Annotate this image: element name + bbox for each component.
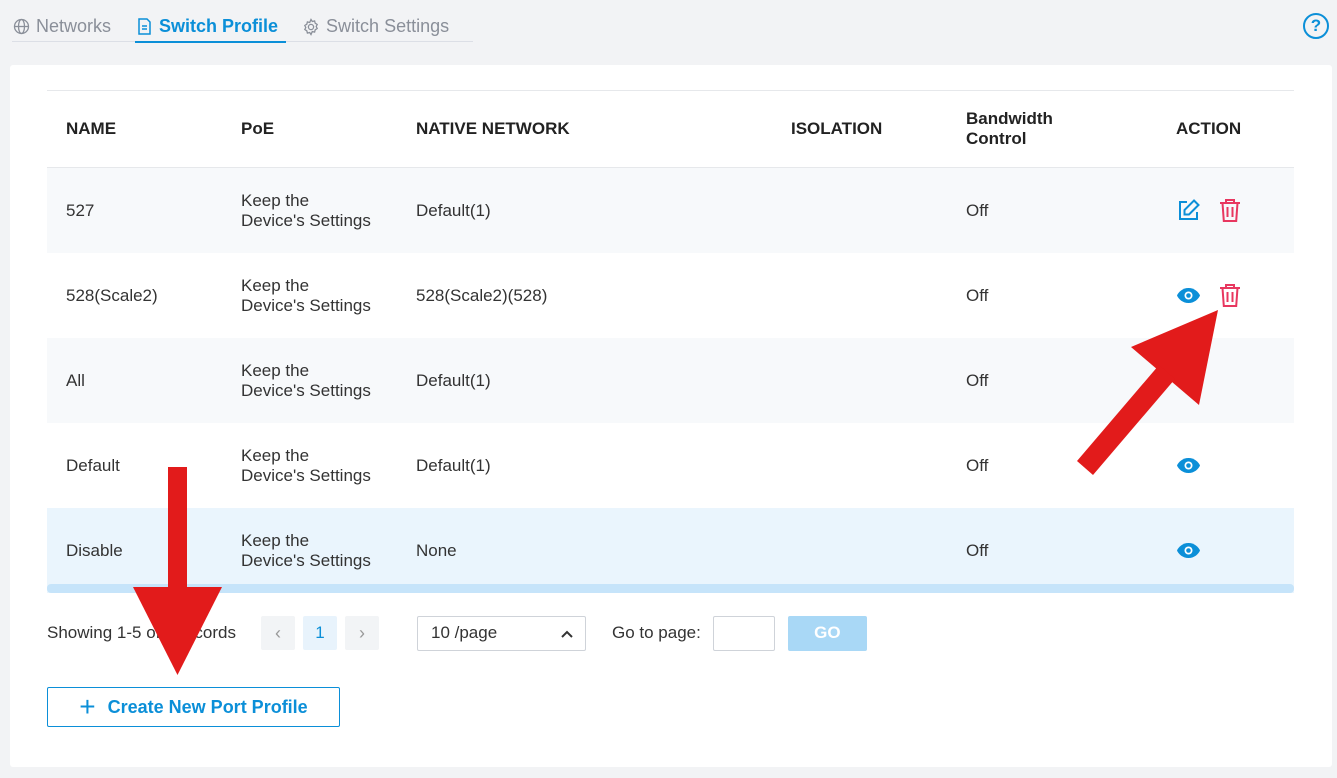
table-header: NAME PoE NATIVE NETWORK ISOLATION Bandwi… — [47, 90, 1294, 168]
tab-bar: Networks Switch Profile Switch Settings — [12, 12, 474, 43]
poe-line: Keep the — [241, 275, 310, 295]
page-size-value: 10 /page — [431, 623, 498, 642]
document-icon — [135, 18, 153, 36]
plus-icon: + — [79, 691, 96, 722]
poe-line: Device's Settings — [241, 465, 371, 485]
delete-icon[interactable] — [1219, 198, 1241, 223]
content-card: NAME PoE NATIVE NETWORK ISOLATION Bandwi… — [10, 65, 1332, 767]
tab-networks-label: Networks — [36, 16, 112, 36]
help-icon[interactable]: ? — [1303, 13, 1329, 39]
column-header-bandwidth-control[interactable]: Bandwidth Control — [947, 109, 1157, 149]
cell-name: Disable — [66, 540, 123, 560]
cell-bandwidth: Off — [966, 540, 989, 560]
cell-native-network: 528(Scale2)(528) — [416, 285, 548, 305]
edit-icon[interactable] — [1176, 198, 1201, 223]
chevron-up-icon — [561, 623, 573, 643]
poe-line: Keep the — [241, 360, 310, 380]
poe-line: Keep the — [241, 445, 310, 465]
cell-bandwidth: Off — [966, 455, 989, 475]
tab-switch-settings[interactable]: Switch Settings — [302, 12, 457, 41]
cell-name: 528(Scale2) — [66, 285, 158, 305]
gear-icon — [302, 17, 320, 36]
create-button-label: Create New Port Profile — [107, 696, 308, 717]
page-size-select[interactable]: 10 /page — [417, 615, 586, 651]
poe-line: Keep the — [241, 530, 310, 550]
go-to-page-label: Go to page: — [612, 623, 701, 642]
cell-poe: Keep the Device's Settings — [222, 531, 397, 571]
column-header-action: ACTION — [1176, 119, 1242, 138]
go-button[interactable]: GO — [787, 615, 867, 651]
column-header-poe[interactable]: PoE — [222, 119, 397, 139]
column-header-native-network[interactable]: NATIVE NETWORK — [397, 119, 772, 139]
tab-networks[interactable]: Networks — [12, 12, 119, 41]
poe-line: Device's Settings — [241, 210, 371, 230]
cell-native-network: None — [416, 540, 457, 560]
table-row[interactable]: 527 Keep the Device's Settings Default(1)… — [47, 168, 1294, 253]
cell-actions — [1157, 283, 1294, 308]
cell-bandwidth: Off — [966, 285, 989, 305]
table-row[interactable]: Disable Keep the Device's Settings None O… — [47, 508, 1294, 593]
cell-native-network: Default(1) — [416, 455, 491, 475]
prev-page-button[interactable]: ‹ — [261, 616, 295, 650]
delete-icon[interactable] — [1219, 283, 1241, 308]
tab-switch-settings-label: Switch Settings — [326, 16, 450, 36]
horizontal-scrollbar[interactable] — [47, 584, 1294, 593]
port-profile-table: NAME PoE NATIVE NETWORK ISOLATION Bandwi… — [47, 90, 1294, 593]
eye-icon[interactable] — [1176, 457, 1201, 474]
go-to-page-input[interactable] — [712, 615, 775, 651]
column-header-isolation[interactable]: ISOLATION — [772, 119, 947, 139]
poe-line: Device's Settings — [241, 550, 371, 570]
cell-poe: Keep the Device's Settings — [222, 276, 397, 316]
cell-native-network: Default(1) — [416, 370, 491, 390]
cell-bandwidth: Off — [966, 200, 989, 220]
cell-bandwidth: Off — [966, 370, 989, 390]
cell-name: All — [66, 370, 85, 390]
table-row[interactable]: All Keep the Device's Settings Default(1)… — [47, 338, 1294, 423]
pagination: Showing 1-5 of 5 records ‹ 1 › 10 /page … — [47, 615, 947, 651]
table-row[interactable]: Default Keep the Device's Settings Defaul… — [47, 423, 1294, 508]
poe-line: Keep the — [241, 190, 310, 210]
globe-icon — [12, 18, 30, 36]
table-row[interactable]: 528(Scale2) Keep the Device's Settings 52… — [47, 253, 1294, 338]
eye-icon[interactable] — [1176, 287, 1201, 304]
poe-line: Device's Settings — [241, 295, 371, 315]
column-header-name[interactable]: NAME — [47, 119, 222, 139]
cell-poe: Keep the Device's Settings — [222, 361, 397, 401]
record-count: Showing 1-5 of 5 records — [47, 623, 236, 642]
cell-poe: Keep the Device's Settings — [222, 191, 397, 231]
cell-name: Default — [66, 455, 120, 475]
cell-name: 527 — [66, 200, 95, 220]
top-navigation: Networks Switch Profile Switch Settings … — [0, 0, 1337, 58]
cell-native-network: Default(1) — [416, 200, 491, 220]
tab-switch-profile[interactable]: Switch Profile — [135, 12, 287, 43]
eye-icon[interactable] — [1176, 542, 1201, 559]
cell-poe: Keep the Device's Settings — [222, 446, 397, 486]
next-page-button[interactable]: › — [345, 616, 379, 650]
bandwidth-header-text: Bandwidth Control — [966, 109, 1053, 148]
cell-actions — [1157, 542, 1294, 559]
tab-switch-profile-label: Switch Profile — [159, 16, 279, 36]
cell-actions — [1157, 198, 1294, 223]
page-number-button[interactable]: 1 — [303, 616, 337, 650]
create-port-profile-button[interactable]: + Create New Port Profile — [47, 687, 340, 727]
cell-actions — [1157, 457, 1294, 474]
poe-line: Device's Settings — [241, 380, 371, 400]
